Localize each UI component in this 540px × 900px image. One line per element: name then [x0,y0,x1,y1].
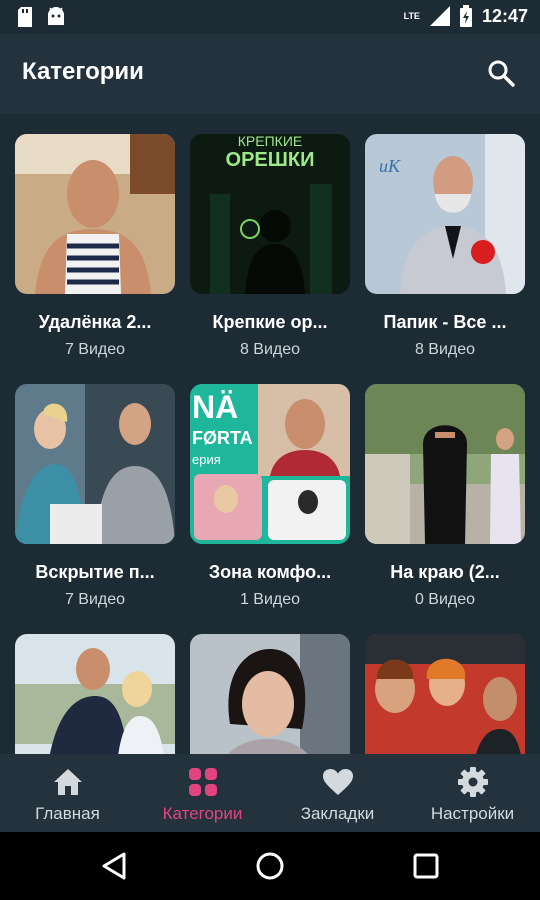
nav-label: Настройки [430,804,515,823]
category-thumbnail[interactable] [15,634,175,754]
bottom-navigation: Главная Категории Закладки Настройки [0,754,540,832]
system-navigation-bar [0,832,540,900]
nav-item-categories[interactable]: Категории [135,754,270,832]
app-bar: Категории [0,34,540,114]
category-card[interactable]: иК Папик - Все ... 8 Видео [365,134,525,359]
home-button-icon[interactable] [254,850,286,882]
grid-icon [188,768,217,796]
gear-icon [457,767,488,797]
category-title: Папик - Все ... [383,312,507,332]
nav-label: Главная [35,804,100,823]
clock: 12:47 [481,5,528,26]
page-title: Категории [22,58,144,85]
home-icon [53,769,82,795]
category-video-count: 7 Видео [64,591,126,608]
poster-text: ерия [192,452,221,467]
category-card[interactable]: КРЕПКИЕ ОРЕШКИ Крепкие ор... 8 Видео [190,134,350,359]
recents-icon[interactable] [410,850,442,882]
poster-text: FØRTA [192,428,253,448]
category-card[interactable] [190,634,350,754]
category-title: Удалёнка 2... [38,312,152,332]
category-thumbnail[interactable]: NÄ FØRTA ерия [190,384,350,544]
back-icon[interactable] [98,850,130,882]
category-thumbnail[interactable] [365,384,525,544]
category-title: Крепкие ор... [212,312,328,332]
category-card[interactable]: Вскрытие п... 7 Видео [15,384,175,609]
nav-item-bookmarks[interactable]: Закладки [270,754,405,832]
nav-label: Категории [162,804,243,823]
heart-icon [322,769,353,795]
category-thumbnail[interactable] [15,134,175,294]
category-thumbnail[interactable]: иК [365,134,525,294]
category-thumbnail[interactable]: КРЕПКИЕ ОРЕШКИ [190,134,350,294]
android-icon [48,7,64,25]
battery-icon [459,5,472,27]
poster-text: КРЕПКИЕ [238,134,302,149]
poster-text: ОРЕШКИ [226,149,315,171]
nav-item-settings[interactable]: Настройки [405,754,540,832]
category-thumbnail[interactable] [365,634,525,754]
sd-card-icon [18,7,32,27]
category-card[interactable]: Удалёнка 2... 7 Видео [15,134,175,359]
category-card[interactable]: На краю (2... 0 Видео [365,384,525,609]
category-card[interactable]: NÄ FØRTA ерия Зона комфо... 1 Видео [190,384,350,609]
category-video-count: 1 Видео [239,591,301,608]
category-grid[interactable]: Удалёнка 2... 7 Видео КРЕПКИЕ ОРЕШКИ Кре… [0,114,540,754]
category-card[interactable] [15,634,175,754]
category-video-count: 8 Видео [239,341,301,358]
poster-text: иК [379,156,401,176]
category-video-count: 7 Видео [64,341,126,358]
category-title: Зона комфо... [208,562,332,582]
category-title: На краю (2... [390,562,500,582]
nav-item-home[interactable]: Главная [0,754,135,832]
category-video-count: 8 Видео [414,341,476,358]
category-title: Вскрытие п... [35,562,155,582]
category-thumbnail[interactable] [190,634,350,754]
network-type: LTE [403,10,420,21]
category-card[interactable] [365,634,525,754]
status-bar: LTE 12:47 [0,0,540,34]
category-video-count: 0 Видео [414,591,476,608]
signal-icon [429,6,450,26]
category-thumbnail[interactable] [15,384,175,544]
nav-label: Закладки [300,804,375,823]
search-icon[interactable] [486,58,516,88]
poster-text: NÄ [192,389,238,425]
